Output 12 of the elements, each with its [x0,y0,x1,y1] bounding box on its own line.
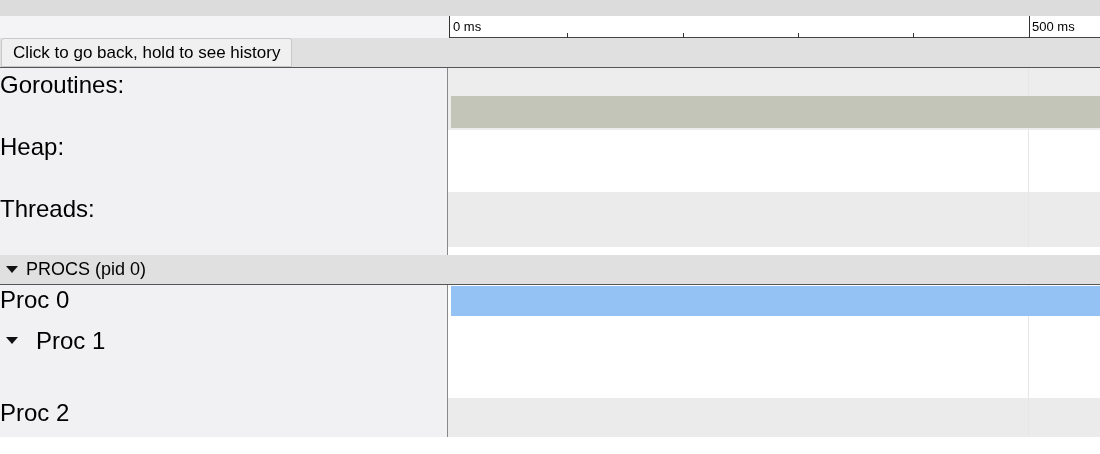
counter-label: Goroutines: [0,71,125,98]
counter-label: Threads: [0,195,95,222]
caret-down-icon[interactable] [6,265,18,274]
time-label: 500 ms [1032,18,1075,36]
proc-label: Proc 2 [0,398,70,428]
counter-label: Heap: [0,133,65,160]
caret-down-icon[interactable] [6,337,18,345]
time-label: 0 ms [453,18,482,36]
group-header[interactable]: PROCS (pid 0) [0,255,1100,285]
proc-label: Proc 0 [0,285,70,315]
proc-label: Proc 1 [36,326,106,356]
back-button[interactable]: Click to go back, hold to see history [1,38,293,67]
